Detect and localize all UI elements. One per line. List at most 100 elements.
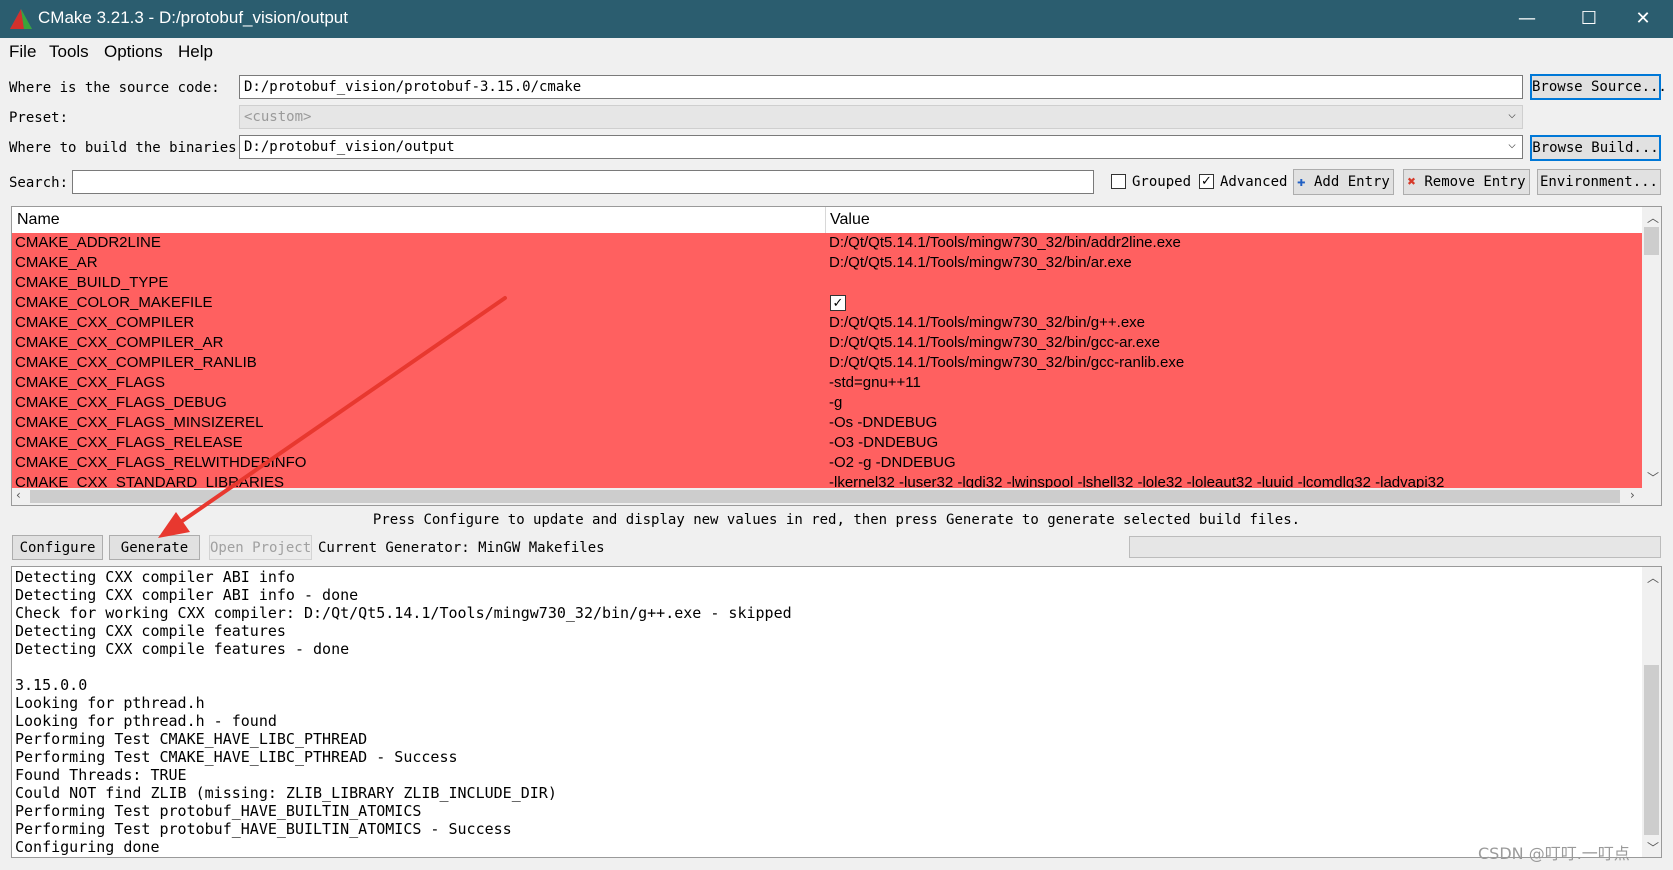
grouped-checkbox[interactable] bbox=[1111, 174, 1126, 189]
scroll-up-icon[interactable]: ︿ bbox=[1647, 569, 1659, 586]
browse-build-button[interactable]: Browse Build... bbox=[1530, 135, 1661, 161]
remove-entry-label: Remove Entry bbox=[1424, 174, 1526, 190]
scroll-down-icon[interactable]: ﹀ bbox=[1647, 839, 1659, 856]
entry-value[interactable]: -O3 -DNDEBUG bbox=[829, 434, 938, 451]
table-row[interactable]: CMAKE_AR D:/Qt/Qt5.14.1/Tools/mingw730_32… bbox=[12, 253, 1642, 273]
menu-help[interactable]: Help bbox=[178, 42, 213, 62]
table-row[interactable]: CMAKE_CXX_COMPILER D:/Qt/Qt5.14.1/Tools/m… bbox=[12, 313, 1642, 333]
advanced-label: Advanced bbox=[1220, 174, 1288, 190]
menu-options[interactable]: Options bbox=[104, 42, 163, 62]
scroll-up-icon[interactable]: ︿ bbox=[1647, 209, 1659, 226]
hint-text: Press Configure to update and display ne… bbox=[372, 512, 1301, 528]
maximize-button[interactable]: ☐ bbox=[1558, 0, 1620, 38]
environment-button[interactable]: Environment... bbox=[1537, 169, 1661, 195]
table-row[interactable]: CMAKE_COLOR_MAKEFILE ✓ bbox=[12, 293, 1642, 313]
column-header-value[interactable]: Value bbox=[830, 211, 870, 229]
chevron-down-icon[interactable]: ⌵ bbox=[1508, 137, 1516, 152]
preset-select[interactable]: <custom> ⌵ bbox=[239, 105, 1523, 129]
menu-tools[interactable]: Tools bbox=[49, 42, 89, 62]
table-row[interactable]: CMAKE_BUILD_TYPE bbox=[12, 273, 1642, 293]
column-header-name[interactable]: Name bbox=[17, 211, 60, 229]
scroll-down-icon[interactable]: ﹀ bbox=[1647, 469, 1659, 486]
table-row[interactable]: CMAKE_CXX_STANDARD_LIBRARIES -lkernel32 -… bbox=[12, 473, 1642, 488]
log-line: Found Threads: TRUE bbox=[15, 766, 187, 784]
table-row[interactable]: CMAKE_CXX_FLAGS_DEBUG -g bbox=[12, 393, 1642, 413]
scrollbar-thumb[interactable] bbox=[1644, 665, 1659, 835]
entry-value[interactable]: D:/Qt/Qt5.14.1/Tools/mingw730_32/bin/gcc… bbox=[829, 354, 1184, 371]
log-line: Detecting CXX compile features - done bbox=[15, 640, 350, 658]
log-line: Performing Test CMAKE_HAVE_LIBC_PTHREAD … bbox=[15, 748, 458, 766]
log-line: Performing Test CMAKE_HAVE_LIBC_PTHREAD bbox=[15, 730, 368, 748]
log-vertical-scrollbar[interactable]: ︿ ﹀ bbox=[1642, 567, 1661, 857]
add-entry-button[interactable]: ✚ Add Entry bbox=[1293, 169, 1394, 195]
log-line: Performing Test protobuf_HAVE_BUILTIN_AT… bbox=[15, 802, 422, 820]
table-row[interactable]: CMAKE_CXX_FLAGS_MINSIZEREL -Os -DNDEBUG bbox=[12, 413, 1642, 433]
entry-value[interactable]: D:/Qt/Qt5.14.1/Tools/mingw730_32/bin/gcc… bbox=[829, 334, 1160, 351]
entry-value[interactable]: D:/Qt/Qt5.14.1/Tools/mingw730_32/bin/g++… bbox=[829, 314, 1145, 331]
table-horizontal-scrollbar[interactable]: ‹ › bbox=[12, 488, 1661, 505]
entry-value[interactable]: D:/Qt/Qt5.14.1/Tools/mingw730_32/bin/ar.… bbox=[829, 254, 1132, 271]
close-button[interactable]: ✕ bbox=[1612, 0, 1673, 38]
column-divider[interactable] bbox=[825, 207, 826, 233]
configure-button[interactable]: Configure bbox=[12, 535, 103, 560]
source-value: D:/protobuf_vision/protobuf-3.15.0/cmake bbox=[244, 79, 582, 95]
search-label: Search: bbox=[9, 175, 69, 191]
search-input[interactable] bbox=[72, 170, 1094, 194]
entry-value[interactable]: D:/Qt/Qt5.14.1/Tools/mingw730_32/bin/add… bbox=[829, 234, 1181, 251]
menu-file[interactable]: File bbox=[9, 42, 36, 62]
entry-value[interactable]: -g bbox=[829, 394, 842, 411]
entry-name: CMAKE_BUILD_TYPE bbox=[15, 274, 169, 291]
open-project-button[interactable]: Open Project bbox=[209, 535, 312, 560]
table-vertical-scrollbar[interactable]: ︿ ﹀ bbox=[1642, 207, 1661, 488]
browse-source-button[interactable]: Browse Source... bbox=[1530, 74, 1667, 100]
table-row[interactable]: CMAKE_CXX_FLAGS_RELWITHDEBINFO -O2 -g -DN… bbox=[12, 453, 1642, 473]
plus-icon: ✚ bbox=[1297, 174, 1306, 190]
minimize-button[interactable]: — bbox=[1496, 0, 1558, 38]
cache-table[interactable]: Name Value CMAKE_ADDR2LINE D:/Qt/Qt5.14.1… bbox=[11, 206, 1662, 506]
remove-entry-button[interactable]: ✖ Remove Entry bbox=[1403, 169, 1530, 195]
entry-name: CMAKE_CXX_FLAGS bbox=[15, 374, 166, 391]
menu-bar: File Tools Options Help bbox=[0, 38, 1673, 66]
table-row[interactable]: CMAKE_CXX_COMPILER_AR D:/Qt/Qt5.14.1/Tool… bbox=[12, 333, 1642, 353]
scrollbar-thumb[interactable] bbox=[30, 490, 1620, 503]
entry-checkbox[interactable]: ✓ bbox=[830, 295, 846, 311]
table-row[interactable]: CMAKE_CXX_FLAGS -std=gnu++11 bbox=[12, 373, 1642, 393]
watermark: CSDN @叮叮.一叮点 bbox=[1478, 844, 1630, 863]
log-line: Looking for pthread.h - found bbox=[15, 712, 277, 730]
scrollbar-thumb[interactable] bbox=[1644, 227, 1659, 255]
entry-name: CMAKE_CXX_COMPILER_AR bbox=[15, 334, 224, 351]
entry-name: CMAKE_CXX_FLAGS_RELWITHDEBINFO bbox=[15, 454, 307, 471]
log-line: 3.15.0.0 bbox=[15, 676, 88, 694]
log-lines: Detecting CXX compiler ABI info Detecting… bbox=[15, 568, 792, 856]
output-log[interactable]: Detecting CXX compiler ABI info Detecting… bbox=[11, 566, 1662, 858]
log-line: Looking for pthread.h bbox=[15, 694, 205, 712]
current-generator: Current Generator: MinGW Makefiles bbox=[318, 540, 605, 556]
advanced-checkbox[interactable]: ✓ bbox=[1199, 174, 1214, 189]
scroll-right-icon[interactable]: › bbox=[1630, 488, 1635, 502]
table-row[interactable]: CMAKE_CXX_COMPILER_RANLIB D:/Qt/Qt5.14.1/… bbox=[12, 353, 1642, 373]
entry-name: CMAKE_CXX_FLAGS_RELEASE bbox=[15, 434, 243, 451]
title-bar[interactable]: CMake 3.21.3 - D:/protobuf_vision/output… bbox=[0, 0, 1673, 38]
log-line: Could NOT find ZLIB (missing: ZLIB_LIBRA… bbox=[15, 784, 557, 802]
window-title: CMake 3.21.3 - D:/protobuf_vision/output bbox=[38, 8, 348, 27]
table-header: Name Value bbox=[12, 207, 1642, 234]
table-row[interactable]: CMAKE_CXX_FLAGS_RELEASE -O3 -DNDEBUG bbox=[12, 433, 1642, 453]
entry-value[interactable]: -O2 -g -DNDEBUG bbox=[829, 454, 956, 471]
entry-value[interactable]: -lkernel32 -luser32 -lgdi32 -lwinspool -… bbox=[829, 474, 1444, 488]
cmake-logo-icon bbox=[10, 9, 32, 29]
build-input[interactable]: D:/protobuf_vision/output ⌵ bbox=[239, 135, 1523, 159]
scroll-left-icon[interactable]: ‹ bbox=[16, 488, 21, 502]
entry-name: CMAKE_AR bbox=[15, 254, 98, 271]
table-row[interactable]: CMAKE_ADDR2LINE D:/Qt/Qt5.14.1/Tools/ming… bbox=[12, 233, 1642, 253]
build-label: Where to build the binaries: bbox=[9, 140, 246, 156]
source-input[interactable]: D:/protobuf_vision/protobuf-3.15.0/cmake bbox=[239, 75, 1523, 99]
entry-value[interactable]: -std=gnu++11 bbox=[829, 374, 921, 391]
entry-name: CMAKE_CXX_FLAGS_DEBUG bbox=[15, 394, 227, 411]
generate-button[interactable]: Generate bbox=[109, 535, 200, 560]
build-value: D:/protobuf_vision/output bbox=[244, 139, 455, 155]
grouped-label: Grouped bbox=[1132, 174, 1192, 190]
source-label: Where is the source code: bbox=[9, 80, 220, 96]
log-line: Configuring done bbox=[15, 838, 160, 856]
entry-value[interactable]: -Os -DNDEBUG bbox=[829, 414, 937, 431]
